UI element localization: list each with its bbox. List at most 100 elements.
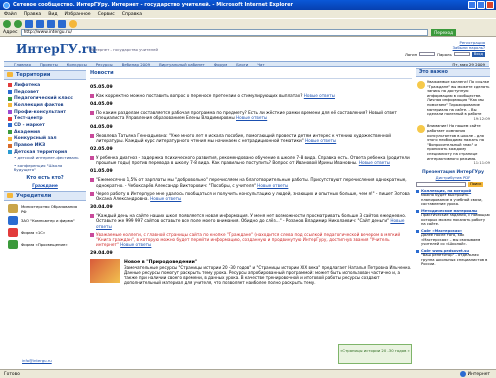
territory-label: Профи-консультант: [14, 109, 66, 115]
nav-item-home[interactable]: Главная: [14, 62, 31, 67]
go-button[interactable]: Переход: [431, 28, 456, 36]
territory-item[interactable]: Академия: [8, 129, 84, 136]
territory-bullet-icon: [8, 116, 12, 121]
territory-bullet-icon: [8, 150, 12, 155]
close-button[interactable]: [486, 1, 494, 9]
founder-label: Фирма «1С»: [21, 230, 46, 236]
main-nav: Главная Проекты Конкурсы Ресурсы Вебинар…: [4, 61, 489, 67]
minimize-button[interactable]: [468, 1, 476, 9]
founder-item[interactable]: Фирма «Просвещение»: [8, 239, 82, 251]
menu-bar: Файл Правка Вид Избранное Сервис Справка: [0, 10, 496, 18]
territory-subitem[interactable]: • конференция "Школа будущего": [8, 163, 84, 172]
territory-item[interactable]: Педсовет: [8, 89, 84, 96]
news-more-link[interactable]: Новые ответы: [359, 160, 390, 165]
territory-label: Педсовет: [14, 89, 39, 95]
nav-item-webinar[interactable]: Вебинар 2009: [122, 62, 151, 67]
site-search-button[interactable]: Поиск: [468, 181, 484, 187]
resource-link-item[interactable]: Сайт www.pedsovet.su "Ваш репетитор" - от…: [416, 249, 490, 267]
login-input[interactable]: [419, 52, 436, 56]
presentation-link[interactable]: Дистрибутив PDF: [416, 175, 490, 180]
territory-bullet-icon: [8, 83, 12, 88]
news-more-link[interactable]: Новые ответы: [257, 183, 288, 188]
site-logo[interactable]: ИнтерГУ.ru: [16, 42, 97, 56]
left-sidebar: Территории Лифотека Педсовет Педагогичес…: [4, 68, 86, 368]
status-bar: Готово Интернет: [0, 369, 496, 378]
menu-file[interactable]: Файл: [4, 12, 17, 17]
territory-label: Академия: [14, 129, 40, 135]
resource-link-item[interactable]: Сайт «Мастерская» Далее после того, как «…: [416, 229, 490, 247]
bullet-icon: [416, 209, 419, 213]
territory-label: Правое ИКЗ: [14, 143, 46, 149]
menu-favorites[interactable]: Избранное: [65, 12, 91, 17]
founders-title: Учредители: [4, 190, 86, 201]
browser-toolbar: [0, 18, 496, 28]
search-icon[interactable]: [58, 19, 66, 28]
news-more-link[interactable]: Новые ответы: [304, 93, 335, 98]
founder-item[interactable]: Министерство Образования РФ: [8, 203, 82, 215]
founder-item[interactable]: Фирма «1С»: [8, 227, 82, 239]
news-date: 30.04.09: [90, 205, 113, 211]
news-bullet-icon: [90, 214, 94, 219]
menu-view[interactable]: Вид: [48, 12, 57, 17]
territory-item[interactable]: Лифотека: [8, 82, 84, 89]
citizens-link[interactable]: Граждане: [4, 184, 86, 189]
menu-tools[interactable]: Сервис: [98, 12, 115, 17]
resource-link-title[interactable]: Методические материалы: [421, 209, 477, 213]
promo-banner[interactable]: «Страницы истории 20 -30 годов »: [338, 344, 412, 364]
smiley-icon: [417, 81, 425, 89]
resource-link-title[interactable]: Коллекция, на которой: [421, 189, 471, 193]
territory-item[interactable]: Коллекция фактов: [8, 102, 84, 109]
menu-help[interactable]: Справка: [122, 12, 142, 17]
territory-label: Педагогический класс: [14, 96, 73, 102]
refresh-icon[interactable]: [36, 19, 44, 28]
ie-logo-icon: [3, 1, 10, 9]
founders-list: Министерство Образования РФ ЗАО "Компьют…: [4, 201, 86, 253]
password-input[interactable]: [453, 52, 470, 56]
site-search-input[interactable]: [416, 181, 466, 187]
menu-edit[interactable]: Правка: [24, 12, 41, 17]
forward-icon[interactable]: [14, 19, 22, 28]
maximize-button[interactable]: [477, 1, 485, 9]
resource-link-text: "Ваш репетитор" - отдельная группа школь…: [421, 253, 488, 267]
news-bullet-icon: [90, 94, 94, 98]
nav-item-contests[interactable]: Конкурсы: [67, 62, 87, 67]
territory-item[interactable]: Тест-центр: [8, 115, 84, 122]
news-more-link[interactable]: Новые ответы: [305, 138, 336, 143]
news-more-link[interactable]: Новые ответы: [236, 115, 267, 120]
news-date: 04.05.09: [90, 124, 113, 130]
nav-item-cabinet[interactable]: Виртуальный кабинет: [159, 62, 205, 67]
resource-link-title[interactable]: Сайт www.pedsovet.su: [421, 249, 469, 253]
forgot-password-link[interactable]: Забыли пароль?: [415, 45, 485, 50]
login-button[interactable]: Вход: [471, 52, 485, 57]
resource-link-item[interactable]: Методические материалы Практические задан…: [416, 209, 490, 227]
resource-link-title[interactable]: Сайт «Мастерская»: [421, 229, 462, 233]
news-more-link[interactable]: Новые ответы: [120, 242, 151, 247]
nav-item-blogs[interactable]: Блоги: [236, 62, 248, 67]
contact-email-link[interactable]: info@intergu.ru: [22, 358, 52, 363]
who-is-who: Кто есть кто? Граждане: [4, 176, 86, 189]
territory-item[interactable]: Правое ИКЗ: [8, 142, 84, 149]
news-text: Как корректно можно поставить вопрос о п…: [96, 93, 303, 98]
news-item: Яковлева Татьяна Геннадьевна: "Уже много…: [90, 133, 412, 143]
nav-item-projects[interactable]: Проекты: [40, 62, 58, 67]
important-text: Уважаемые коллеги! По ссылке "Граждане" …: [427, 80, 490, 117]
resource-link-text: можно будет выстроить планирование в уче…: [421, 193, 483, 207]
news-more-link[interactable]: Новые ответы: [150, 196, 181, 201]
resource-link-item[interactable]: Коллекция, на которой можно будет выстрои…: [416, 189, 490, 207]
nav-item-resources[interactable]: Ресурсы: [96, 62, 113, 67]
founder-item[interactable]: ЗАО "Компьютер и фирма": [8, 215, 82, 227]
promo-thumbnail[interactable]: [90, 259, 120, 284]
territory-item[interactable]: Конкурсный зал: [8, 136, 84, 143]
territory-item[interactable]: Профи-консультант: [8, 109, 84, 116]
nav-item-chat[interactable]: Чат: [257, 62, 264, 67]
home-icon[interactable]: [47, 19, 55, 28]
window-controls: [468, 1, 494, 9]
favorites-icon[interactable]: [69, 19, 77, 28]
territory-item[interactable]: СD - маркет: [8, 122, 84, 129]
back-icon[interactable]: [3, 19, 11, 28]
address-input[interactable]: http://www.intergu.ru/: [20, 28, 429, 36]
stop-icon[interactable]: [25, 19, 33, 28]
important-time: 19:12:09: [473, 116, 490, 121]
nav-item-forum[interactable]: Форум: [214, 62, 227, 67]
territory-item[interactable]: Педагогический класс: [8, 95, 84, 102]
